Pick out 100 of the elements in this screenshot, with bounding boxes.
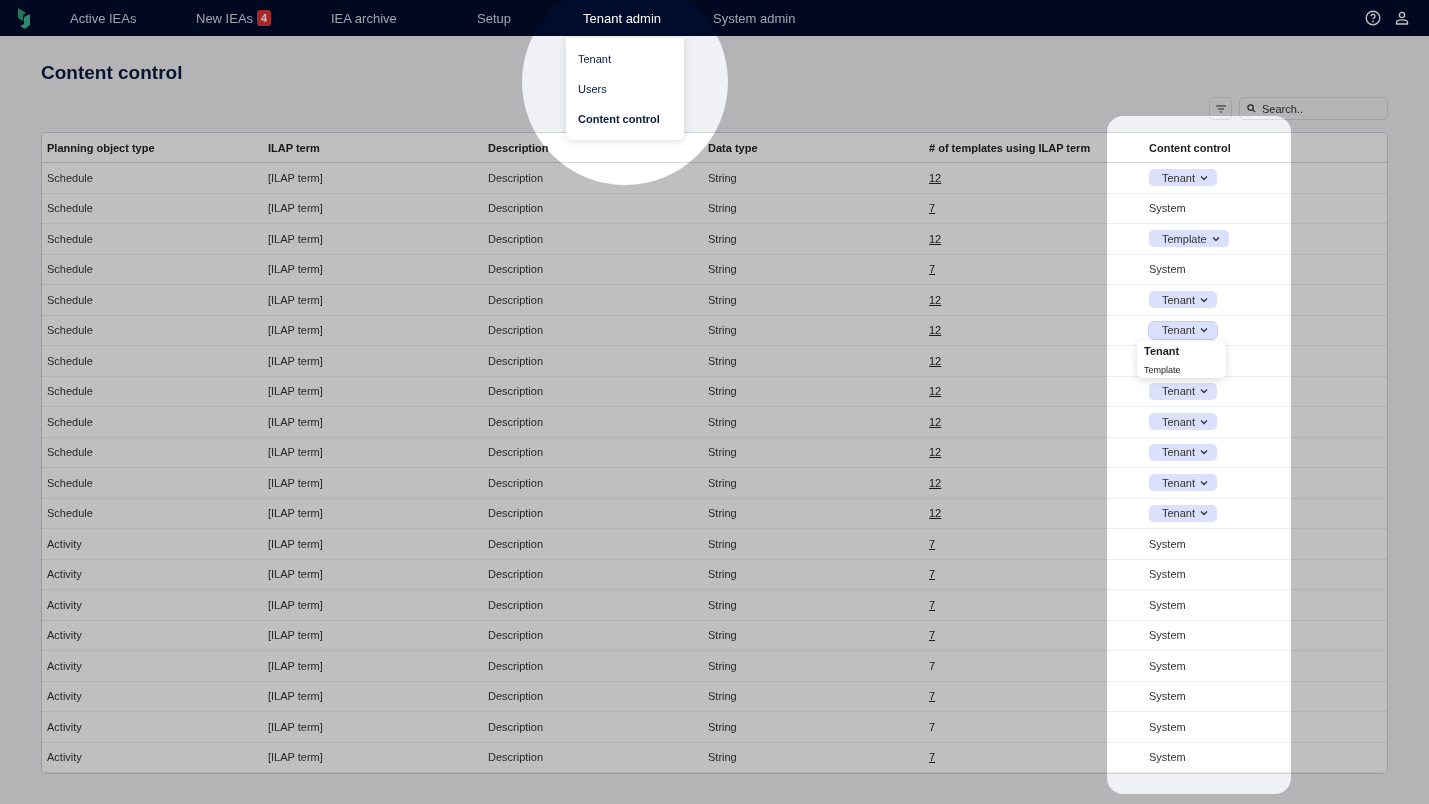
table-cell: String — [708, 537, 737, 550]
table-cell: String — [708, 598, 737, 611]
user-icon[interactable] — [1395, 11, 1409, 25]
table-cell: [ILAP term] — [268, 598, 323, 611]
template-count-link[interactable]: 12 — [929, 476, 942, 489]
template-count-link[interactable]: 12 — [929, 446, 942, 459]
table-cell: String — [708, 293, 737, 306]
content-control-select[interactable]: Tenant — [1149, 474, 1218, 492]
template-count-link[interactable]: 7 — [929, 690, 936, 703]
menu-item[interactable]: Users — [566, 73, 684, 104]
menu-item[interactable]: Tenant — [566, 43, 684, 74]
count-badge: 4 — [257, 10, 272, 26]
content-control-select[interactable]: Template — [1149, 230, 1229, 248]
table-cell: System — [1149, 751, 1186, 764]
nav-tab[interactable]: Active IEAs — [70, 10, 137, 26]
table-cell: Activity — [47, 690, 82, 703]
template-count-link[interactable]: 12 — [929, 507, 942, 520]
table-cell: System — [1149, 568, 1186, 581]
chevron-down-icon — [1200, 510, 1209, 517]
table-cell: [ILAP term] — [268, 263, 323, 276]
table-cell: [ILAP term] — [268, 507, 323, 520]
table-cell: String — [708, 415, 737, 428]
search-icon — [1247, 104, 1256, 113]
content-control-select[interactable]: Tenant — [1149, 169, 1218, 187]
table-cell: String — [708, 751, 737, 764]
table-cell: [ILAP term] — [268, 720, 323, 733]
table-cell: String — [708, 720, 737, 733]
content-control-select[interactable]: Tenant — [1149, 413, 1218, 431]
template-count-link[interactable]: 7 — [929, 202, 936, 215]
column-header: Data type — [708, 141, 759, 154]
content-control-select[interactable]: Tenant — [1149, 291, 1218, 309]
table-cell: String — [708, 507, 737, 520]
table-cell: Schedule — [47, 446, 93, 459]
table-cell: String — [708, 446, 737, 459]
template-count-link[interactable]: 7 — [929, 537, 936, 550]
dropdown-option[interactable]: Template — [1137, 360, 1226, 376]
content-control-select[interactable]: Tenant — [1149, 443, 1218, 461]
table-cell: [ILAP term] — [268, 232, 323, 245]
column-header: Description — [488, 141, 550, 154]
template-count-link[interactable]: 7 — [929, 720, 936, 733]
nav-tab[interactable]: System admin — [713, 10, 796, 26]
table-cell: [ILAP term] — [268, 659, 323, 672]
table-cell: Description — [488, 232, 544, 245]
page-title: Content control — [41, 62, 184, 84]
dropdown-option[interactable]: Tenant — [1137, 342, 1226, 361]
table-cell: Description — [488, 720, 544, 733]
nav-tab[interactable]: New IEAs — [196, 10, 254, 26]
table-cell: [ILAP term] — [268, 476, 323, 489]
template-count-link[interactable]: 12 — [929, 232, 942, 245]
table-cell: [ILAP term] — [268, 537, 323, 550]
table-cell: [ILAP term] — [268, 690, 323, 703]
template-count-link[interactable]: 12 — [929, 354, 942, 367]
table-cell: String — [708, 171, 737, 184]
table-cell: Activity — [47, 598, 82, 611]
table-cell: [ILAP term] — [268, 202, 323, 215]
template-count-link[interactable]: 12 — [929, 171, 942, 184]
menu-item[interactable]: Content control — [566, 103, 684, 134]
table-cell: Schedule — [47, 171, 93, 184]
nav-tab[interactable]: IEA archive — [331, 10, 397, 26]
table-cell: Schedule — [47, 263, 93, 276]
template-count-link[interactable]: 12 — [929, 415, 942, 428]
logo-icon — [17, 7, 31, 29]
table-cell: String — [708, 263, 737, 276]
template-count-link[interactable]: 7 — [929, 263, 936, 276]
column-header: # of templates using ILAP term — [929, 141, 1092, 154]
template-count-link[interactable]: 12 — [929, 293, 942, 306]
table-cell: Description — [488, 659, 544, 672]
nav-tab[interactable]: Tenant admin — [583, 10, 662, 26]
table-cell: Schedule — [47, 476, 93, 489]
table-cell: String — [708, 385, 737, 398]
chevron-down-icon — [1200, 449, 1209, 456]
table-cell: Schedule — [47, 385, 93, 398]
table-cell: Schedule — [47, 415, 93, 428]
chevron-down-icon — [1200, 174, 1209, 181]
table-cell: Description — [488, 171, 544, 184]
chevron-down-icon — [1200, 479, 1209, 486]
table-cell: [ILAP term] — [268, 324, 323, 337]
filter-button[interactable] — [1209, 97, 1232, 120]
template-count-link[interactable]: 7 — [929, 568, 936, 581]
table-cell: Description — [488, 751, 544, 764]
table-cell: System — [1149, 202, 1186, 215]
content-control-select[interactable]: Tenant — [1149, 321, 1218, 339]
nav-tab[interactable]: Setup — [477, 10, 511, 26]
table-cell: [ILAP term] — [268, 751, 323, 764]
template-count-link[interactable]: 7 — [929, 629, 936, 642]
template-count-link[interactable]: 7 — [929, 751, 936, 764]
template-count-link[interactable]: 7 — [929, 598, 936, 611]
help-icon[interactable] — [1365, 10, 1381, 26]
table-cell: Description — [488, 568, 544, 581]
table-cell: String — [708, 629, 737, 642]
template-count-link[interactable]: 7 — [929, 659, 936, 672]
chevron-down-icon — [1200, 327, 1209, 334]
template-count-link[interactable]: 12 — [929, 324, 942, 337]
search-field[interactable]: Search.. — [1239, 97, 1388, 120]
template-count-link[interactable]: 12 — [929, 385, 942, 398]
content-control-select[interactable]: Tenant — [1149, 504, 1218, 522]
table-cell: [ILAP term] — [268, 171, 323, 184]
content-control-select[interactable]: Tenant — [1149, 382, 1218, 400]
chevron-down-icon — [1200, 296, 1209, 303]
table-cell: String — [708, 568, 737, 581]
